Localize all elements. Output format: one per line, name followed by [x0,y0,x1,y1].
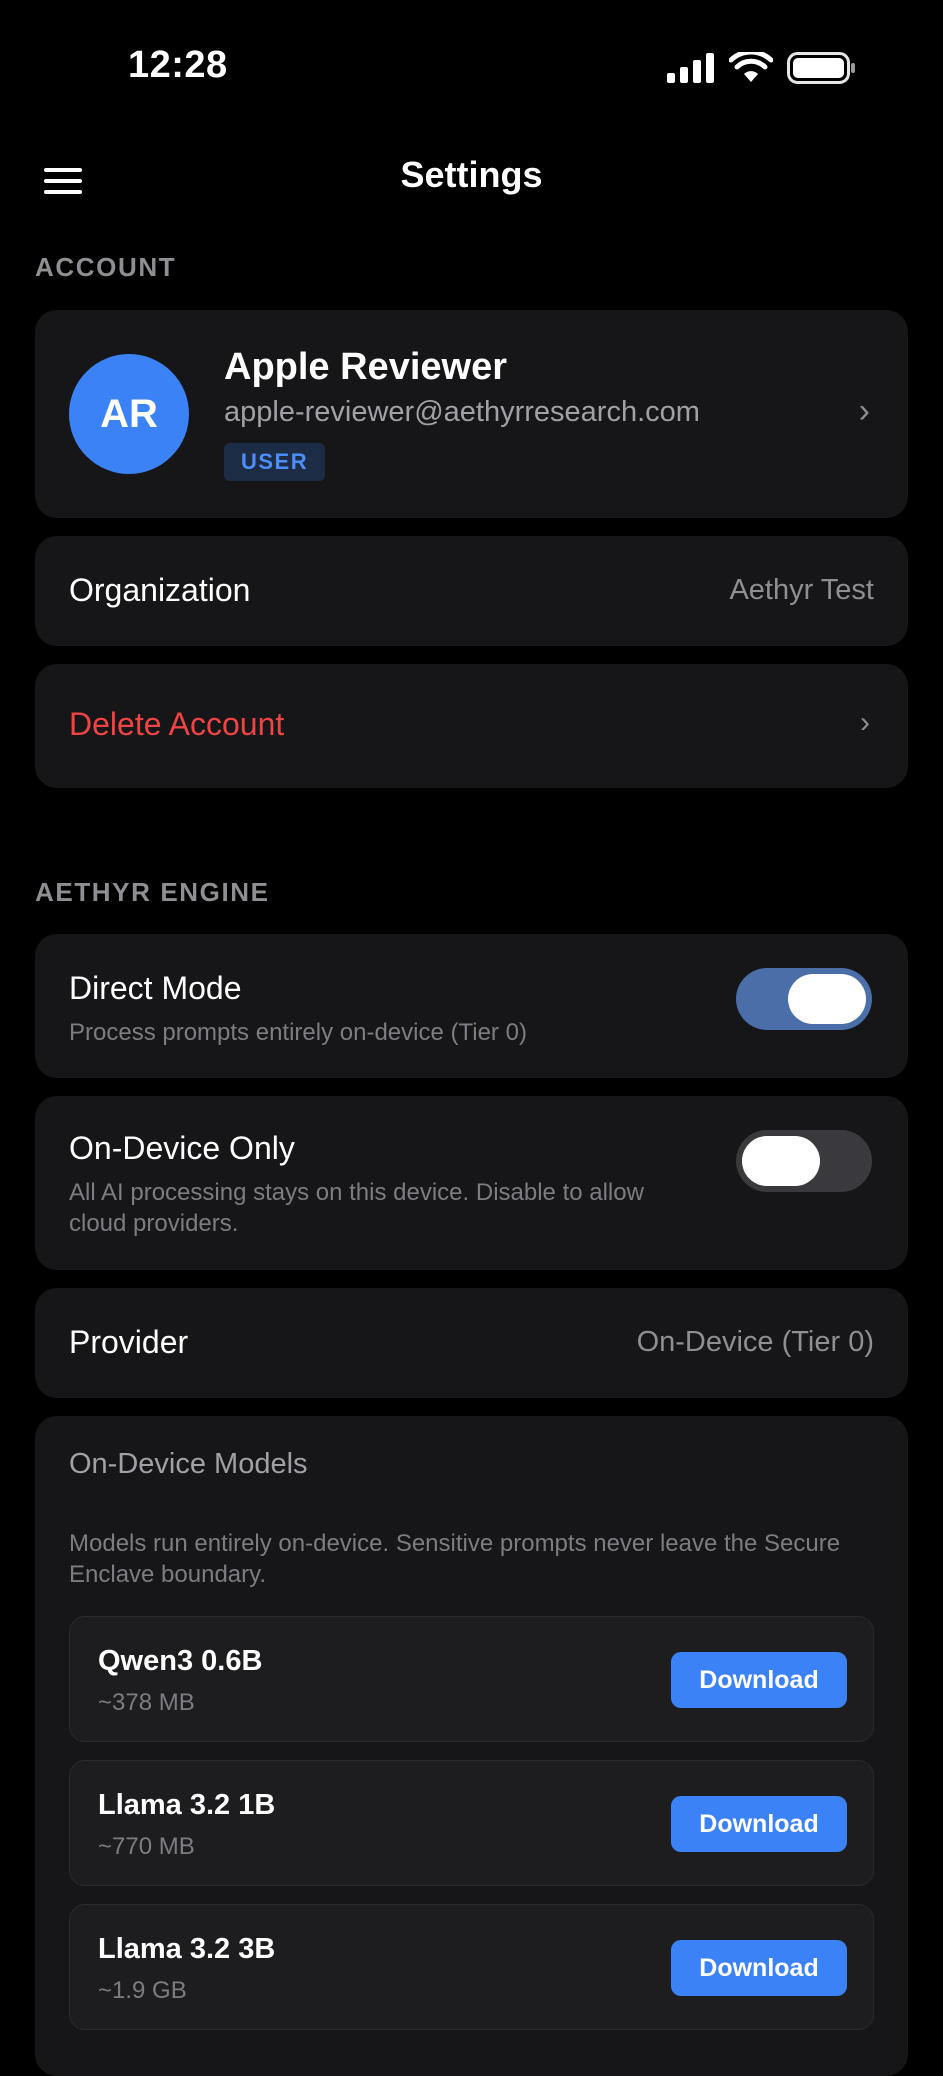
account-email: apple-reviewer@aethyrresearch.com [224,396,700,428]
account-name: Apple Reviewer [224,346,507,388]
role-badge: USER [224,443,326,481]
on-device-only-toggle[interactable] [736,1130,872,1192]
section-header-engine: AETHYR ENGINE [35,877,270,907]
chevron-right-icon: › [858,392,870,430]
status-icons [667,52,857,84]
battery-icon [787,52,855,84]
status-bar: 12:28 [0,0,943,140]
on-device-only-row: On-Device Only All AI processing stays o… [35,1096,908,1270]
toggle-knob [742,1136,820,1186]
chevron-right-icon: › [860,706,870,739]
wifi-icon [729,52,773,82]
delete-account-button[interactable]: Delete Account › [35,664,908,788]
account-card[interactable]: AR Apple Reviewer apple-reviewer@aethyrr… [35,310,908,518]
direct-mode-toggle[interactable] [736,968,872,1030]
model-name: Qwen3 0.6B [98,1645,263,1677]
model-size: ~1.9 GB [98,1977,187,2004]
model-item: Llama 3.2 1B ~770 MB Download [69,1760,874,1886]
page-title: Settings [400,154,543,195]
avatar: AR [69,354,189,474]
direct-mode-subtitle: Process prompts entirely on-device (Tier… [69,1019,527,1046]
cellular-signal-icon [667,53,714,83]
section-header-account: ACCOUNT [35,252,177,282]
models-description: Models run entirely on-device. Sensitive… [69,1530,841,1588]
nav-header: Settings [0,140,943,250]
download-button[interactable]: Download [671,1796,847,1852]
provider-value: On-Device (Tier 0) [636,1326,874,1358]
model-size: ~378 MB [98,1689,195,1716]
provider-row[interactable]: Provider On-Device (Tier 0) [35,1288,908,1398]
on-device-models-card: On-Device Models Models run entirely on-… [35,1416,908,2076]
on-device-only-subtitle: All AI processing stays on this device. … [69,1179,644,1237]
model-item: Llama 3.2 3B ~1.9 GB Download [69,1904,874,2030]
direct-mode-row: Direct Mode Process prompts entirely on-… [35,934,908,1078]
download-button[interactable]: Download [671,1940,847,1996]
organization-label: Organization [69,572,251,608]
organization-value: Aethyr Test [729,574,874,606]
models-title: On-Device Models [69,1448,308,1480]
direct-mode-title: Direct Mode [69,970,242,1006]
toggle-knob [788,974,866,1024]
organization-row: Organization Aethyr Test [35,536,908,646]
status-time: 12:28 [128,44,228,86]
provider-label: Provider [69,1324,189,1360]
download-button[interactable]: Download [671,1652,847,1708]
model-name: Llama 3.2 3B [98,1933,276,1965]
delete-account-label: Delete Account [69,706,285,742]
on-device-only-title: On-Device Only [69,1130,295,1166]
model-name: Llama 3.2 1B [98,1789,276,1821]
model-item: Qwen3 0.6B ~378 MB Download [69,1616,874,1742]
model-size: ~770 MB [98,1833,195,1860]
